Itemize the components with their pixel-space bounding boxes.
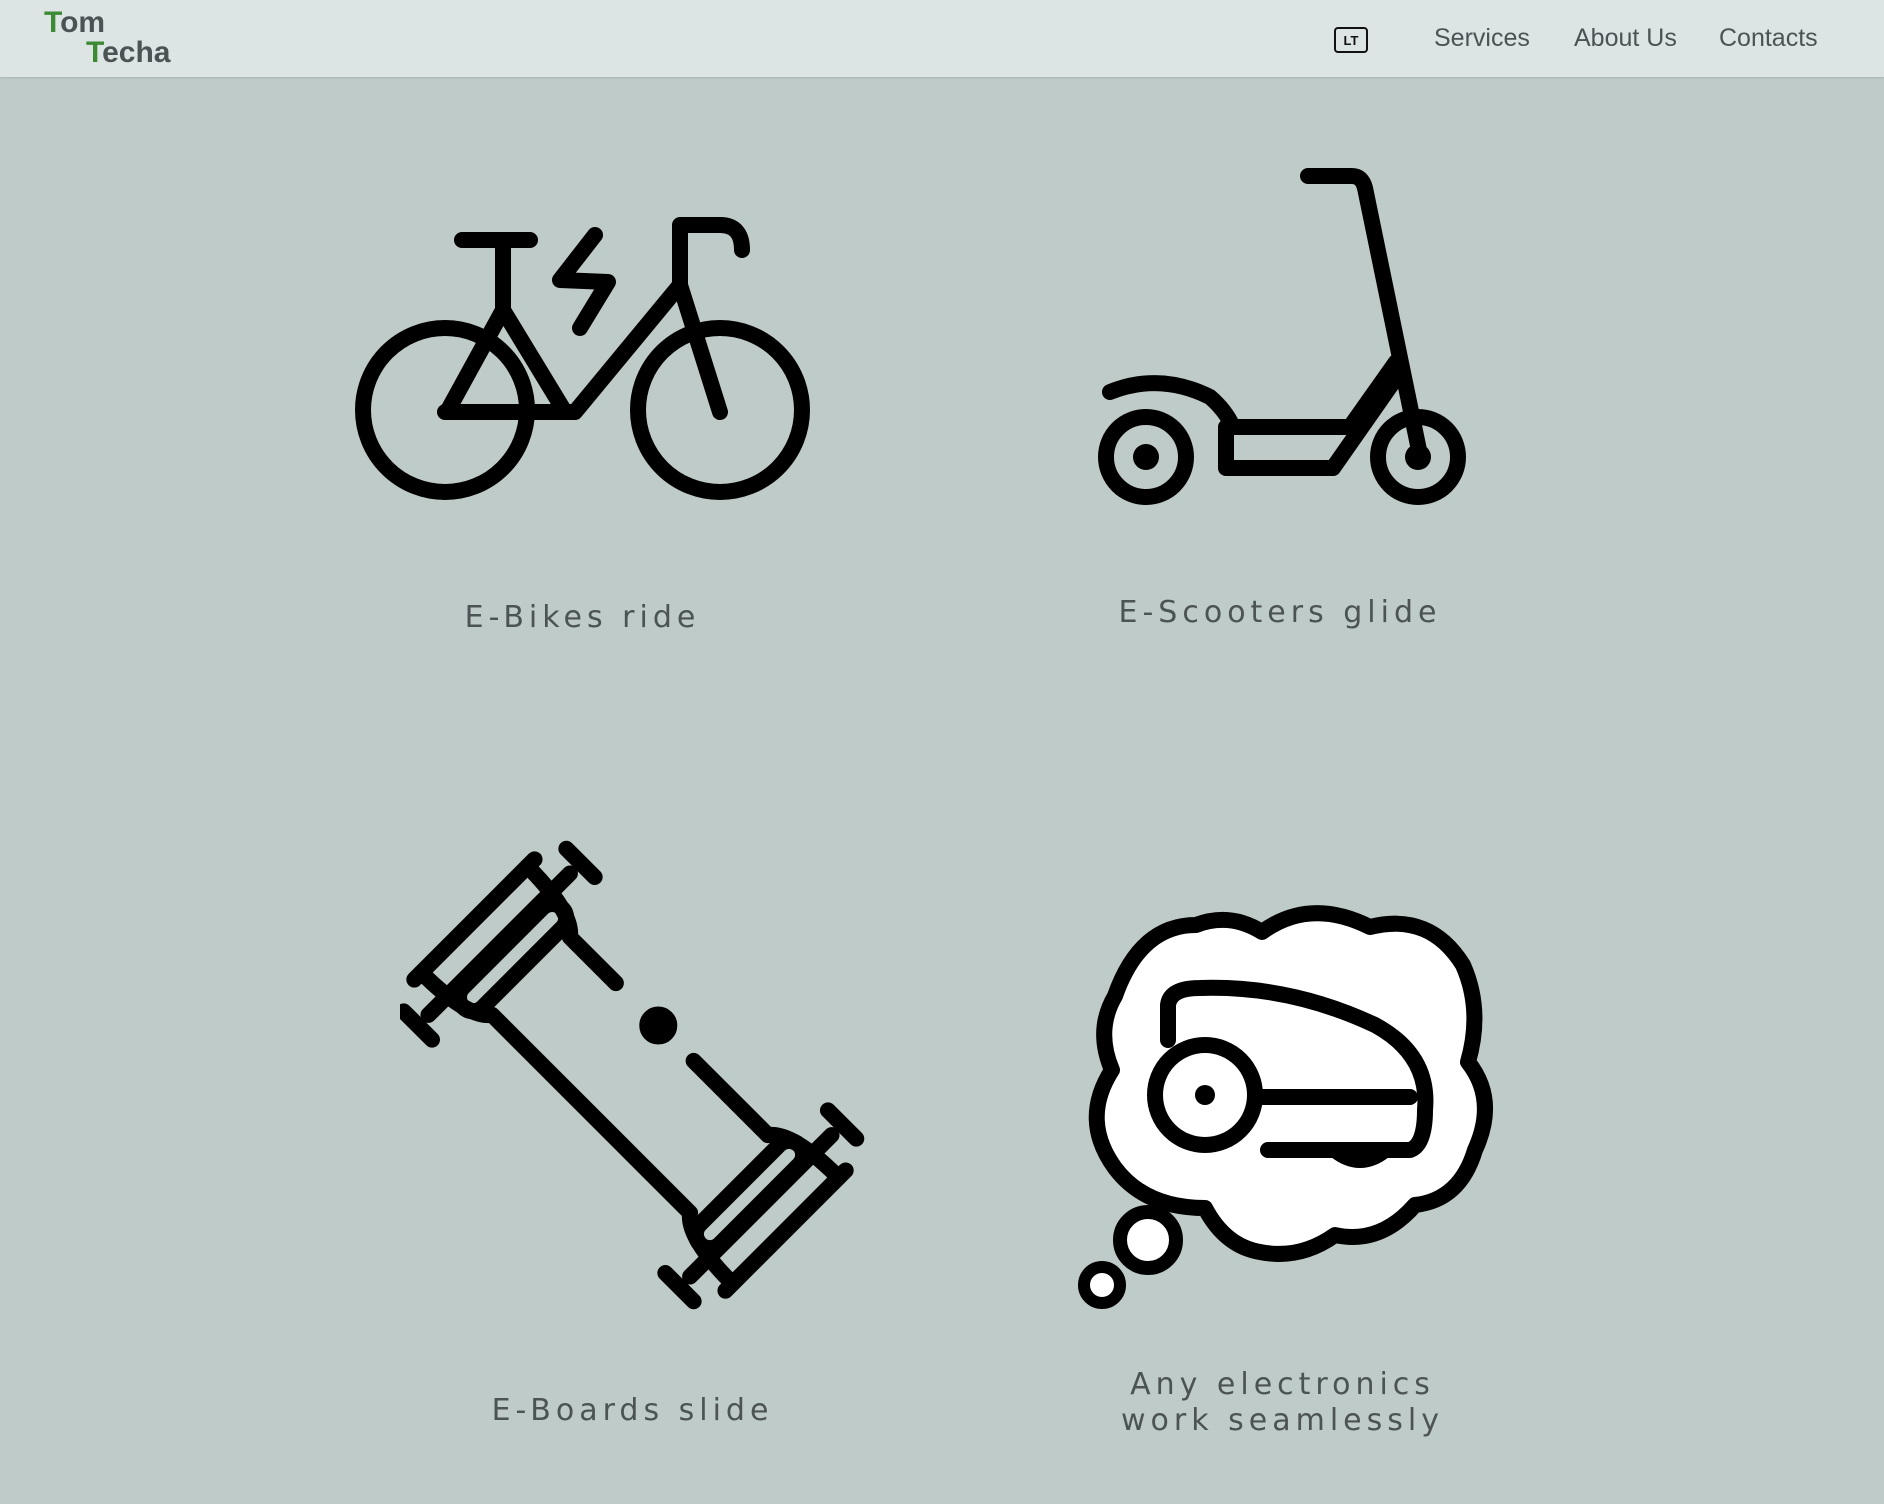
electric-bike-icon	[355, 217, 810, 500]
logo-letter: T	[86, 36, 103, 69]
logo-letter: T	[44, 6, 61, 39]
language-toggle-button[interactable]: LT	[1334, 27, 1368, 53]
site-header: Tom Techa LT Services About Us Contacts	[0, 0, 1884, 77]
logo[interactable]: Tom Techa	[44, 8, 184, 72]
robot-mower-thought-icon	[1078, 905, 1493, 1309]
electric-scooter-icon	[1098, 168, 1466, 505]
nav-contacts[interactable]: Contacts	[1719, 24, 1818, 53]
caption-line: Any electronics	[1130, 1367, 1435, 1402]
card-caption-escooters: E-Scooters glide	[1118, 595, 1442, 630]
logo-text: om	[60, 6, 106, 39]
card-caption-electronics: Any electronics work seamlessly	[1040, 1367, 1525, 1439]
nav-about-us[interactable]: About Us	[1574, 24, 1677, 53]
card-caption-eboards: E-Boards slide	[491, 1393, 774, 1428]
logo-text: echa	[102, 36, 171, 69]
card-caption-ebikes: E-Bikes ride	[464, 600, 701, 635]
caption-line: work seamlessly	[1121, 1403, 1444, 1438]
nav-services[interactable]: Services	[1434, 24, 1530, 53]
electric-skateboard-icon	[400, 840, 865, 1310]
